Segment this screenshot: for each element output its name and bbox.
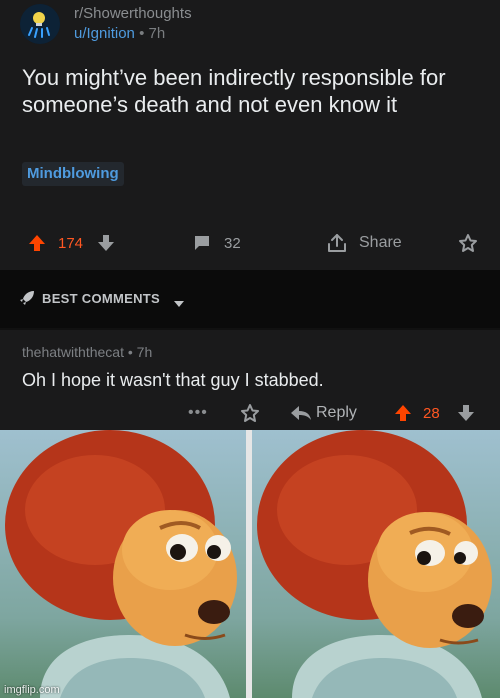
chevron-down-icon[interactable] xyxy=(174,295,184,313)
comment-author[interactable]: thehatwiththecat xyxy=(22,344,124,360)
post-flair[interactable]: Mindblowing xyxy=(22,162,124,186)
share-icon[interactable] xyxy=(326,226,348,260)
reply-arrow-icon[interactable] xyxy=(290,398,312,428)
arrow-up-icon[interactable] xyxy=(28,226,46,260)
reply-button[interactable]: Reply xyxy=(316,398,357,428)
post-header: r/Showerthoughts u/Ignition • 7h xyxy=(20,4,192,44)
share-button[interactable]: Share xyxy=(359,226,402,260)
post-score: 174 xyxy=(58,234,84,252)
lightbulb-shower-icon[interactable] xyxy=(20,4,60,44)
post-title[interactable]: You might’ve been indirectly responsible… xyxy=(22,64,492,118)
award-icon[interactable] xyxy=(458,226,478,260)
comment-separator: • xyxy=(127,344,133,360)
post-actions: 174 32 Share xyxy=(0,226,500,262)
comment: thehatwiththecat • 7h Oh I hope it wasn'… xyxy=(0,330,500,430)
post-separator: • xyxy=(139,25,145,42)
arrow-down-icon[interactable] xyxy=(457,398,475,428)
comment-bubble-icon[interactable] xyxy=(193,226,211,260)
watermark: imgflip.com xyxy=(4,684,60,696)
comment-sort-bar[interactable]: BEST COMMENTS xyxy=(0,270,500,328)
award-icon[interactable] xyxy=(240,398,260,428)
subreddit-name[interactable]: r/Showerthoughts xyxy=(74,4,192,24)
sort-label[interactable]: BEST COMMENTS xyxy=(42,291,160,306)
post-comment-count: 32 xyxy=(224,234,241,252)
post-time: 7h xyxy=(148,25,166,42)
arrow-up-icon[interactable] xyxy=(394,398,412,428)
meme-image: imgflip.com xyxy=(0,430,500,698)
comment-score: 28 xyxy=(423,404,440,422)
more-options-icon[interactable]: ••• xyxy=(188,398,208,428)
arrow-down-icon[interactable] xyxy=(97,226,115,260)
comment-time: 7h xyxy=(136,344,153,360)
comment-actions: ••• Reply 28 xyxy=(0,398,500,430)
post-author-line: u/Ignition • 7h xyxy=(74,24,192,44)
rocket-icon xyxy=(18,289,36,312)
comment-meta: thehatwiththecat • 7h xyxy=(22,344,152,360)
post-meta: r/Showerthoughts u/Ignition • 7h xyxy=(74,4,192,44)
monkey-puppet-illustration xyxy=(0,430,500,698)
post-author[interactable]: u/Ignition xyxy=(74,25,135,42)
comment-body: Oh I hope it wasn't that guy I stabbed. xyxy=(22,370,324,390)
post-card: r/Showerthoughts u/Ignition • 7h You mig… xyxy=(0,0,500,270)
